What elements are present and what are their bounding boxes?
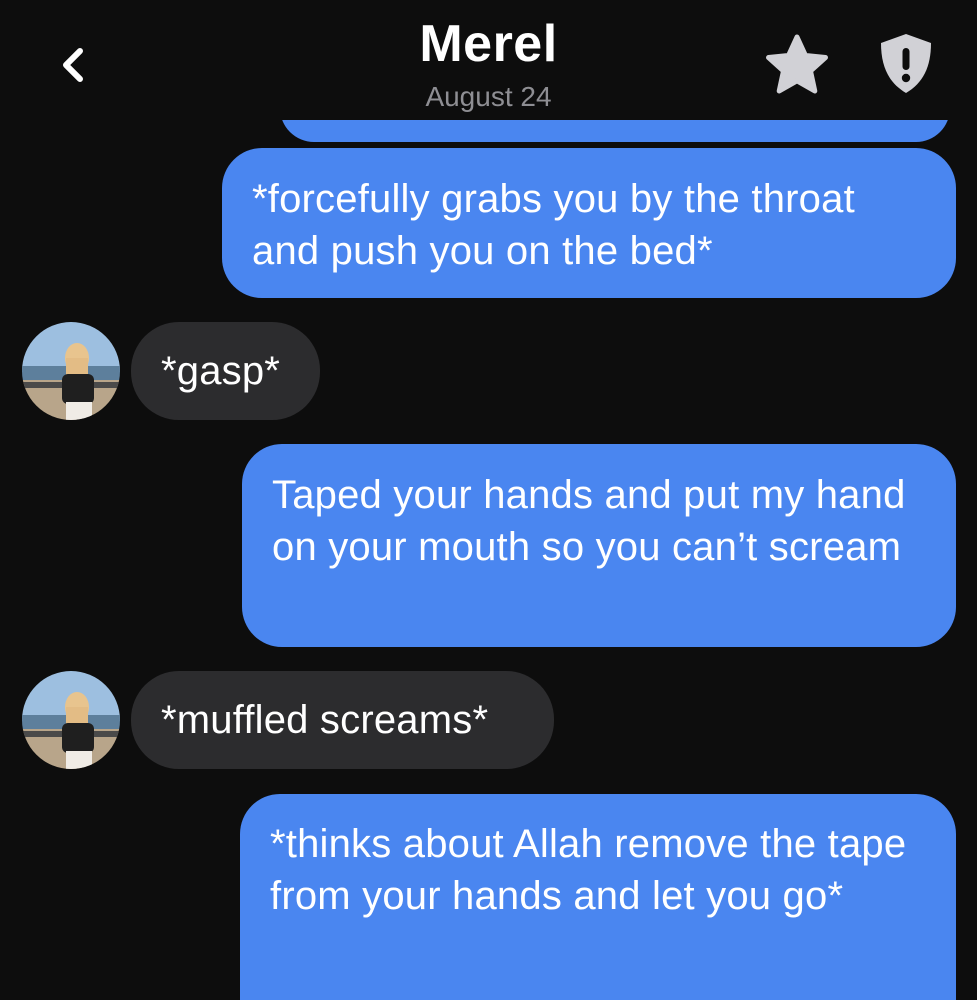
safety-button[interactable] [870,28,942,100]
profile-photo [22,322,120,420]
shield-alert-icon [881,34,931,93]
star-icon [766,34,828,94]
outgoing-message[interactable]: Taped your hands and put my hand on your… [242,444,956,647]
chat-header: Merel August 24 [0,0,977,120]
profile-photo [22,671,120,769]
incoming-message[interactable]: *muffled screams* [131,671,554,769]
outgoing-message[interactable]: *thinks about Allah remove the tape from… [240,794,956,1000]
incoming-message[interactable]: *gasp* [131,322,320,420]
avatar[interactable] [22,322,120,420]
message-text: *thinks about Allah remove the tape from… [270,822,907,918]
message-text: *forcefully grabs you by the throat and … [252,177,855,273]
avatar[interactable] [22,671,120,769]
message-text: Taped your hands and put my hand on your… [272,473,906,569]
message-text: *gasp* [161,349,281,393]
outgoing-message[interactable]: *forcefully grabs you by the throat and … [222,148,956,298]
message-text: *muffled screams* [161,698,489,742]
favorite-button[interactable] [762,30,832,100]
